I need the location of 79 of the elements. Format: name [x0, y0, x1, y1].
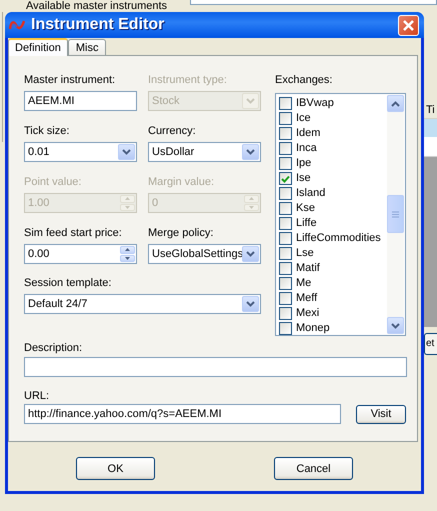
exchange-label[interactable]: Liffe	[296, 216, 317, 231]
caret-icon	[391, 100, 400, 106]
scroll-down-button[interactable]	[387, 317, 404, 334]
caret-icon	[246, 301, 255, 307]
tab[interactable]: Definition	[8, 38, 68, 56]
checkbox[interactable]	[279, 322, 292, 335]
close-button[interactable]	[398, 14, 419, 36]
spin-field[interactable]: 0.00	[24, 244, 137, 264]
text-field[interactable]	[190, 0, 437, 5]
text-field[interactable]: http://finance.yahoo.com/q?s=AEEM.MI	[24, 404, 341, 424]
field-label: Master instrument:	[24, 73, 116, 87]
column-header[interactable]: Ti	[424, 103, 437, 119]
field-label: Sim feed start price:	[24, 226, 123, 240]
exchange-label[interactable]: Ise	[296, 171, 311, 186]
field-label: Description:	[24, 341, 84, 355]
field-label: Margin value:	[148, 175, 216, 189]
dropdown[interactable]: 0.01	[24, 142, 137, 162]
checkbox[interactable]	[279, 202, 292, 215]
field-label: URL:	[24, 389, 50, 403]
visit-button[interactable]: Visit	[356, 404, 406, 424]
exchange-label[interactable]: Island	[296, 186, 326, 201]
field-label: Merge policy:	[148, 226, 214, 240]
field-label: Exchanges:	[275, 73, 334, 87]
up-arrow-icon	[125, 248, 130, 252]
exchange-label[interactable]: Kse	[296, 201, 315, 216]
scrollbar[interactable]	[387, 95, 404, 334]
checkbox[interactable]	[279, 127, 292, 140]
exchange-label[interactable]: Me	[296, 276, 312, 291]
exchange-label[interactable]: Monep	[296, 321, 330, 336]
checkbox[interactable]	[279, 277, 292, 290]
scroll-up-button[interactable]	[387, 95, 404, 112]
dropdown[interactable]: UsDollar	[148, 142, 261, 162]
exchange-label[interactable]: Mexi	[296, 306, 320, 321]
caret-icon	[122, 149, 131, 155]
caret-icon	[246, 98, 255, 104]
caret-icon	[246, 149, 255, 155]
checkbox[interactable]	[279, 172, 292, 185]
checkbox[interactable]	[279, 142, 292, 155]
exchange-label[interactable]: Idem	[296, 126, 320, 141]
checkbox[interactable]	[279, 232, 292, 245]
checkbox[interactable]	[279, 262, 292, 275]
down-arrow-icon	[125, 256, 130, 260]
ok-button[interactable]: OK	[76, 457, 155, 480]
cancel-button[interactable]: Cancel	[274, 457, 353, 480]
delete-button[interactable]: et	[424, 333, 437, 355]
text-field[interactable]	[24, 357, 407, 377]
checkbox[interactable]	[279, 157, 292, 170]
exchange-label[interactable]: Ice	[296, 111, 311, 126]
caret-icon	[246, 251, 255, 257]
checkbox[interactable]	[279, 97, 292, 110]
window-title: Instrument Editor	[31, 16, 166, 34]
exchange-label[interactable]: Ipe	[296, 156, 312, 171]
checkbox[interactable]	[279, 307, 292, 320]
grip-icon	[392, 210, 399, 218]
close-icon	[402, 18, 415, 32]
tab[interactable]: Misc	[68, 39, 106, 55]
field-label: Tick size:	[24, 124, 70, 138]
dropdown[interactable]: Default 24/7	[24, 294, 261, 314]
checkbox[interactable]	[279, 247, 292, 260]
exchange-label[interactable]: Matif	[296, 261, 320, 276]
field-label: Point value:	[24, 175, 82, 189]
checkbox[interactable]	[279, 112, 292, 125]
list-title: Available master instruments	[26, 0, 168, 12]
exchange-label[interactable]: Inca	[296, 141, 317, 156]
exchange-label[interactable]: Meff	[296, 291, 318, 306]
exchange-label[interactable]: Lse	[296, 246, 314, 261]
exchange-label[interactable]: LiffeCommodities	[296, 231, 381, 246]
app-icon	[9, 19, 25, 31]
scroll-thumb[interactable]	[387, 195, 404, 233]
checkbox[interactable]	[279, 187, 292, 200]
text-field[interactable]: AEEM.MI	[24, 91, 137, 111]
field-label: Currency:	[148, 124, 197, 138]
field-label: Instrument type:	[148, 73, 228, 87]
field-label: Session template:	[24, 276, 112, 290]
check-icon	[281, 174, 290, 182]
exchange-label[interactable]: IBVwap	[296, 96, 334, 111]
checkbox[interactable]	[279, 217, 292, 230]
checkbox[interactable]	[279, 292, 292, 305]
caret-icon	[391, 322, 400, 328]
